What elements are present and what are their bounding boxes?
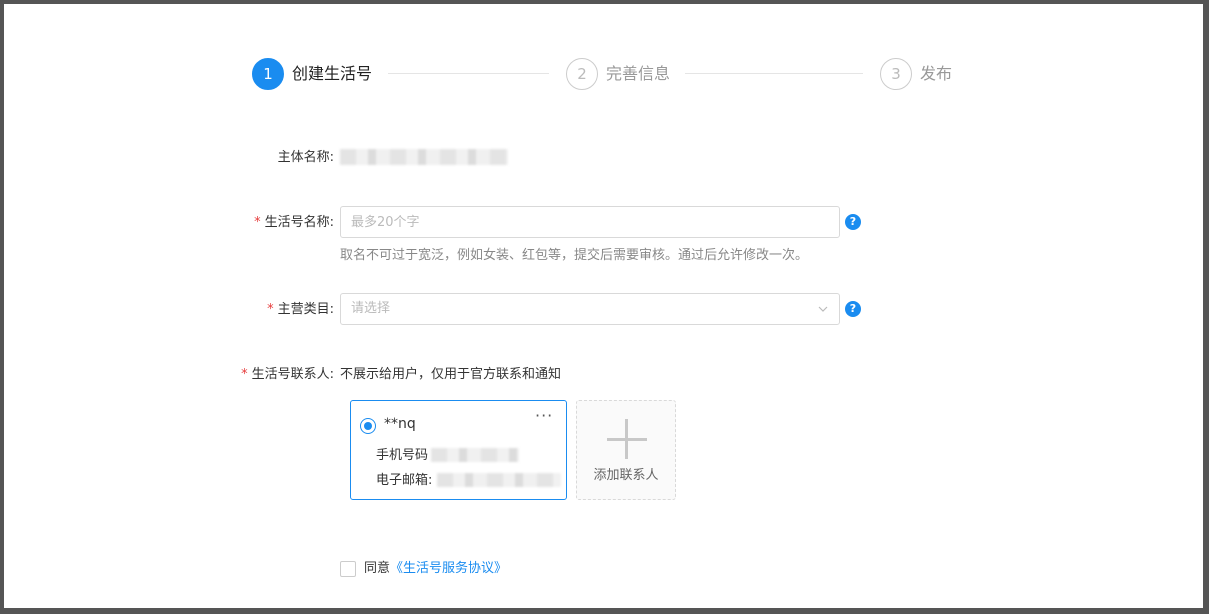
step-2-label: 完善信息 (606, 64, 671, 83)
category-select[interactable]: 请选择 (340, 293, 840, 325)
step-1-label: 创建生活号 (292, 64, 373, 83)
category-placeholder: 请选择 (351, 301, 391, 316)
page-frame: 1 创建生活号 2 完善信息 3 发布 主体名称: *生活号名称: ? 取名不可… (4, 4, 1203, 608)
agreement-checkbox[interactable] (340, 561, 356, 577)
step-indicator: 1 创建生活号 2 完善信息 3 发布 (4, 4, 1203, 144)
add-contact-button[interactable]: 添加联系人 (576, 400, 676, 500)
step-3-number: 3 (880, 58, 912, 90)
life-name-label: * 生活号名称: (204, 214, 334, 232)
life-name-label-text: 生活号名称: (264, 215, 334, 230)
plus-icon-vertical (625, 419, 628, 459)
life-name-input[interactable] (340, 206, 840, 238)
email-label: 电子邮箱: (376, 473, 433, 488)
step-1-number: 1 (252, 58, 284, 90)
contact-label-text: 生活号联系人: (251, 367, 334, 382)
category-label-text: 主营类目: (277, 302, 334, 317)
chevron-down-icon (818, 306, 828, 312)
step-connector-1 (388, 73, 549, 74)
phone-value-redacted (431, 448, 519, 462)
help-icon[interactable]: ? (845, 301, 861, 317)
contact-radio[interactable] (360, 418, 376, 434)
required-mark: * (241, 367, 248, 382)
life-name-hint: 取名不可过于宽泛，例如女装、红包等，提交后需要审核。通过后允许修改一次。 (340, 248, 809, 263)
contact-label: * 生活号联系人: (204, 366, 334, 384)
contact-email: 电子邮箱: (376, 472, 432, 490)
help-icon[interactable]: ? (845, 214, 861, 230)
contact-name: **nq (384, 416, 416, 432)
agreement-prefix: 同意 (364, 561, 391, 576)
agreement-text: 同意《生活号服务协议》 (364, 560, 507, 578)
agreement-link[interactable]: 《生活号服务协议》 (390, 561, 507, 576)
step-2-number: 2 (566, 58, 598, 90)
phone-label: 手机号码 (376, 448, 429, 463)
more-icon[interactable]: ··· (535, 408, 553, 424)
required-mark: * (267, 302, 274, 317)
category-label: * 主营类目: (204, 301, 334, 319)
step-connector-2 (685, 73, 863, 74)
entity-name-label: 主体名称: (277, 150, 334, 165)
contact-phone: 手机号码 (376, 447, 428, 465)
step-3-label: 发布 (920, 64, 953, 83)
email-value-redacted (437, 473, 561, 487)
entity-name-value-redacted (340, 149, 508, 165)
add-contact-label: 添加联系人 (593, 468, 659, 483)
contact-note: 不展示给用户，仅用于官方联系和通知 (340, 367, 562, 382)
required-mark: * (254, 215, 261, 230)
contact-card[interactable]: **nq ··· 手机号码 电子邮箱: (350, 400, 567, 500)
